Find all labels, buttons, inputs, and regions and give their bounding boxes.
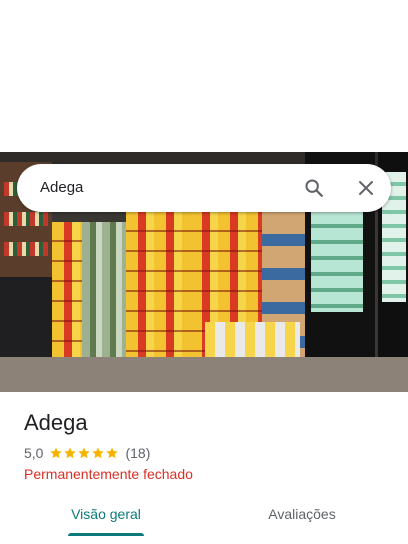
photo-floor bbox=[0, 357, 408, 392]
photo-counter bbox=[0, 277, 55, 357]
tab-reviews[interactable]: Avaliações bbox=[236, 496, 368, 536]
star-icon bbox=[64, 447, 77, 459]
search-query-text[interactable]: Adega bbox=[40, 178, 83, 198]
star-icon bbox=[50, 447, 63, 459]
clear-search-button[interactable] bbox=[350, 172, 382, 204]
top-blank-area bbox=[0, 0, 408, 152]
star-icon bbox=[78, 447, 91, 459]
business-status: Permanentemente fechado bbox=[24, 466, 193, 482]
search-button[interactable] bbox=[298, 172, 330, 204]
star-icon bbox=[92, 447, 105, 459]
star-icon bbox=[106, 447, 119, 459]
search-bar[interactable]: Adega bbox=[17, 164, 391, 212]
search-icon bbox=[305, 179, 323, 197]
close-icon bbox=[359, 181, 373, 195]
tab-overview[interactable]: Visão geral bbox=[40, 496, 172, 536]
rating-value: 5,0 bbox=[24, 445, 44, 461]
place-name: Adega bbox=[24, 410, 88, 435]
rating-row[interactable]: 5,0 (18) bbox=[24, 444, 150, 462]
place-tabs: Visão geral Avaliações bbox=[0, 496, 408, 544]
review-count[interactable]: (18) bbox=[125, 445, 150, 461]
active-tab-indicator bbox=[68, 533, 144, 536]
star-rating bbox=[49, 446, 119, 460]
